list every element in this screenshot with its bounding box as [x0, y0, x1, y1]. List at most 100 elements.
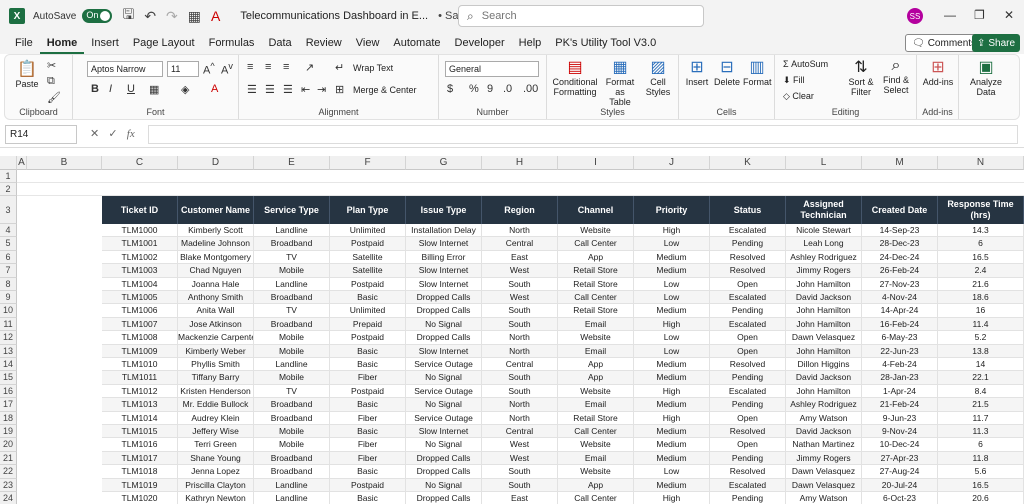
- table-cell[interactable]: Email: [558, 451, 634, 466]
- table-cell[interactable]: TLM1012: [102, 384, 178, 399]
- table-cell[interactable]: Central: [482, 237, 558, 251]
- table-cell[interactable]: Broadband: [254, 237, 330, 251]
- table-cell[interactable]: Dropped Calls: [406, 291, 482, 305]
- table-cell[interactable]: South: [482, 277, 558, 291]
- table-cell[interactable]: 14-Apr-24: [862, 304, 938, 318]
- table-cell[interactable]: South: [482, 384, 558, 399]
- table-cell[interactable]: Terri Green: [178, 438, 254, 452]
- table-cell[interactable]: No Signal: [406, 317, 482, 332]
- column-header-a[interactable]: A: [17, 156, 27, 170]
- tab-view[interactable]: View: [349, 32, 387, 54]
- table-cell[interactable]: 20-Jul-24: [862, 478, 938, 492]
- table-cell[interactable]: Basic: [330, 398, 406, 412]
- merge-icon[interactable]: ⊞: [335, 83, 344, 96]
- table-cell[interactable]: Fiber: [330, 411, 406, 425]
- table-cell[interactable]: Medium: [634, 304, 710, 318]
- table-cell[interactable]: David Jackson: [786, 425, 862, 439]
- table-cell[interactable]: Installation Delay: [406, 224, 482, 238]
- table-cell[interactable]: 6-May-23: [862, 331, 938, 345]
- copy-icon[interactable]: ⧉: [47, 75, 55, 88]
- table-cell[interactable]: Dropped Calls: [406, 465, 482, 479]
- table-cell[interactable]: TLM1014: [102, 411, 178, 425]
- table-cell[interactable]: Unlimited: [330, 304, 406, 318]
- table-cell[interactable]: TLM1000: [102, 224, 178, 238]
- table-cell[interactable]: Basic: [330, 465, 406, 479]
- table-header-cell[interactable]: Issue Type: [406, 196, 482, 224]
- column-header-g[interactable]: G: [406, 156, 482, 170]
- table-cell[interactable]: Open: [710, 344, 786, 358]
- table-cell[interactable]: Low: [634, 331, 710, 345]
- row-header-2[interactable]: 2: [0, 183, 17, 196]
- table-cell[interactable]: Postpaid: [330, 277, 406, 291]
- table-cell[interactable]: Fiber: [330, 371, 406, 385]
- decrease-indent-icon[interactable]: ⇤: [301, 83, 310, 96]
- table-cell[interactable]: 28-Dec-23: [862, 237, 938, 251]
- table-cell[interactable]: Unlimited: [330, 224, 406, 238]
- row-header-15[interactable]: 15: [0, 371, 17, 385]
- table-cell[interactable]: South: [482, 371, 558, 385]
- table-cell[interactable]: Open: [710, 438, 786, 452]
- insert-button[interactable]: ⊞ Insert: [683, 57, 711, 87]
- table-cell[interactable]: Email: [558, 317, 634, 332]
- row-header-10[interactable]: 10: [0, 304, 17, 318]
- table-cell[interactable]: TLM1009: [102, 344, 178, 358]
- table-cell[interactable]: Dawn Velasquez: [786, 478, 862, 492]
- table-cell[interactable]: Broadband: [254, 291, 330, 305]
- table-cell[interactable]: Escalated: [710, 478, 786, 492]
- table-cell[interactable]: Escalated: [710, 317, 786, 332]
- row-header-16[interactable]: 16: [0, 384, 17, 399]
- font-color-icon[interactable]: A: [211, 83, 218, 95]
- row-header-24[interactable]: 24: [0, 492, 17, 504]
- table-cell[interactable]: Pending: [710, 451, 786, 466]
- table-cell[interactable]: 6-Oct-23: [862, 492, 938, 504]
- table-cell[interactable]: Open: [710, 277, 786, 291]
- row-header-14[interactable]: 14: [0, 358, 17, 372]
- table-cell[interactable]: Dropped Calls: [406, 331, 482, 345]
- table-cell[interactable]: Tiffany Barry: [178, 371, 254, 385]
- table-cell[interactable]: Retail Store: [558, 277, 634, 291]
- comma-icon[interactable]: 9: [487, 83, 493, 95]
- row-header-20[interactable]: 20: [0, 438, 17, 452]
- number-format-select[interactable]: General: [445, 61, 539, 77]
- table-cell[interactable]: Resolved: [710, 264, 786, 278]
- table-cell[interactable]: David Jackson: [786, 371, 862, 385]
- table-cell[interactable]: Nicole Stewart: [786, 224, 862, 238]
- table-cell[interactable]: Medium: [634, 264, 710, 278]
- table-cell[interactable]: 27-Nov-23: [862, 277, 938, 291]
- table-cell[interactable]: Prepaid: [330, 317, 406, 332]
- table-cell[interactable]: App: [558, 478, 634, 492]
- table-cell[interactable]: 27-Apr-23: [862, 451, 938, 466]
- table-cell[interactable]: Ashley Rodriguez: [786, 250, 862, 265]
- increase-decimal-icon[interactable]: .0: [503, 83, 512, 95]
- table-cell[interactable]: Anthony Smith: [178, 291, 254, 305]
- table-cell[interactable]: TLM1001: [102, 237, 178, 251]
- table-cell[interactable]: 5.6: [938, 465, 1024, 479]
- table-cell[interactable]: TLM1016: [102, 438, 178, 452]
- table-cell[interactable]: App: [558, 371, 634, 385]
- tab-developer[interactable]: Developer: [448, 32, 512, 54]
- table-cell[interactable]: Anita Wall: [178, 304, 254, 318]
- table-cell[interactable]: Broadband: [254, 465, 330, 479]
- table-cell[interactable]: TLM1005: [102, 291, 178, 305]
- row-header-7[interactable]: 7: [0, 264, 17, 278]
- align-right-icon[interactable]: ☰: [283, 83, 293, 96]
- analyze-data-button[interactable]: ▣ Analyze Data: [965, 57, 1007, 97]
- table-cell[interactable]: Retail Store: [558, 264, 634, 278]
- name-box[interactable]: R14: [5, 125, 77, 144]
- table-cell[interactable]: Amy Watson: [786, 411, 862, 425]
- table-cell[interactable]: Blake Montgomery: [178, 250, 254, 265]
- table-cell[interactable]: Postpaid: [330, 331, 406, 345]
- table-cell[interactable]: West: [482, 264, 558, 278]
- table-cell[interactable]: Leah Long: [786, 237, 862, 251]
- borders-icon[interactable]: ▦: [188, 8, 201, 25]
- format-button[interactable]: ▥ Format: [743, 57, 772, 87]
- table-cell[interactable]: 4-Nov-24: [862, 291, 938, 305]
- cell-styles-button[interactable]: ▨ Cell Styles: [641, 57, 675, 97]
- table-cell[interactable]: Billing Error: [406, 250, 482, 265]
- table-cell[interactable]: Satellite: [330, 250, 406, 265]
- function-icon[interactable]: fx: [127, 128, 135, 140]
- column-header-e[interactable]: E: [254, 156, 330, 170]
- table-cell[interactable]: Pending: [710, 237, 786, 251]
- table-cell[interactable]: Dropped Calls: [406, 304, 482, 318]
- table-cell[interactable]: No Signal: [406, 438, 482, 452]
